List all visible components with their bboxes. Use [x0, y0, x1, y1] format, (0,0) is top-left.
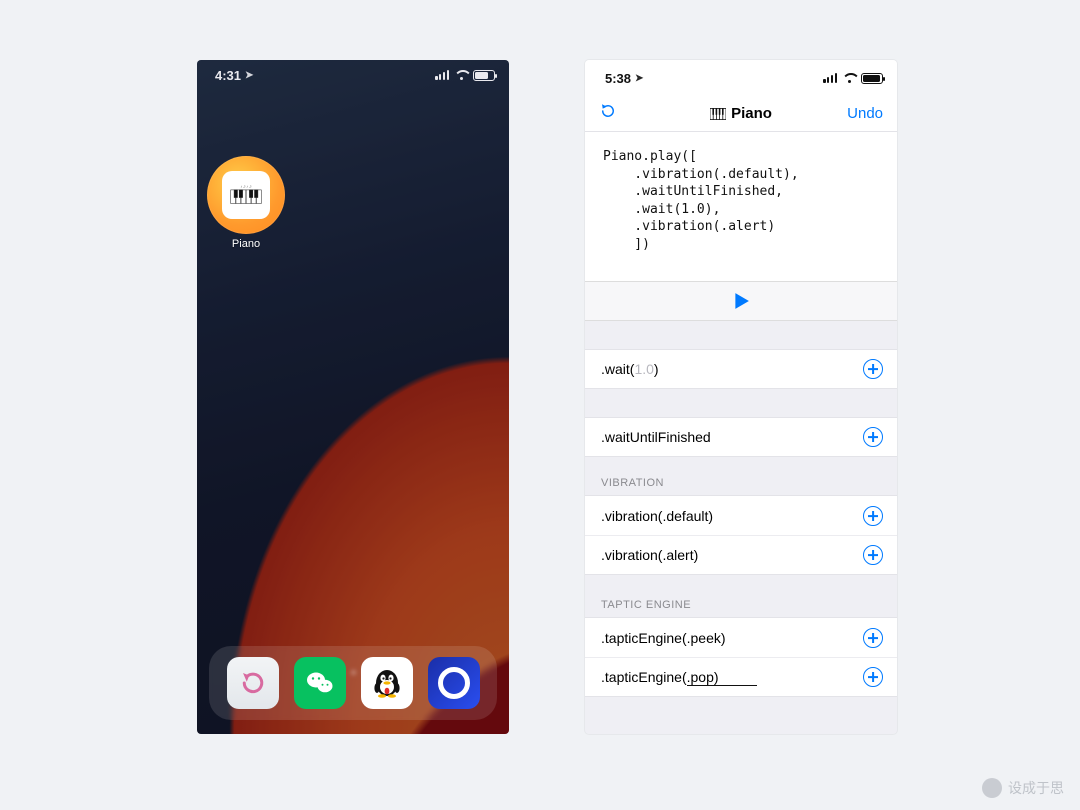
row-label: .tapticEngine(.peek) [601, 630, 726, 646]
location-icon: ➤ [635, 73, 643, 84]
row-label: .tapticEngine(.pop) [601, 669, 757, 685]
page-title: Piano [710, 105, 772, 122]
play-button[interactable] [585, 281, 897, 321]
wifi-icon [454, 70, 468, 80]
snippet-wait-until-finished[interactable]: .waitUntilFinished [585, 417, 897, 457]
piano-icon: ♪ ♫ ♪ ♫ [229, 183, 263, 207]
status-time: 4:31 [215, 68, 241, 83]
signal-icon [435, 70, 449, 80]
status-bar: 5:38 ➤ [585, 60, 897, 96]
section-header-vibration: VIBRATION [585, 457, 897, 495]
location-icon: ➤ [245, 70, 253, 81]
svg-text:♪ ♫ ♪ ♫: ♪ ♫ ♪ ♫ [240, 184, 251, 188]
row-label: .vibration(.alert) [601, 547, 698, 563]
dock [209, 646, 497, 720]
piano-icon [710, 108, 726, 120]
add-icon[interactable] [863, 628, 883, 648]
add-icon[interactable] [863, 667, 883, 687]
section-header-taptic: TAPTIC ENGINE [585, 575, 897, 617]
app-icon-piano[interactable]: ♪ ♫ ♪ ♫ Piano [206, 156, 286, 250]
phone-app: 5:38 ➤ [585, 60, 897, 734]
dock-app-4[interactable] [428, 657, 480, 709]
snippet-wait[interactable]: .wait(1.0) [585, 349, 897, 389]
app-label: Piano [232, 238, 260, 250]
snippet-vibration-default[interactable]: .vibration(.default) [585, 495, 897, 535]
wifi-icon [842, 73, 856, 83]
battery-icon [861, 73, 883, 84]
row-label: .wait(1.0) [601, 361, 659, 377]
phone-homescreen: 4:31 ➤ [197, 60, 509, 734]
add-icon[interactable] [863, 506, 883, 526]
dock-app-qq[interactable] [361, 657, 413, 709]
status-bar: 4:31 ➤ [197, 60, 509, 90]
status-time: 5:38 [605, 71, 631, 86]
dock-app-wechat[interactable] [294, 657, 346, 709]
snippet-vibration-alert[interactable]: .vibration(.alert) [585, 535, 897, 575]
signal-icon [823, 73, 837, 83]
watermark: 设成于思 [982, 778, 1064, 798]
play-icon [732, 292, 750, 310]
add-icon[interactable] [863, 545, 883, 565]
snippet-taptic-peek[interactable]: .tapticEngine(.peek) [585, 617, 897, 657]
navigation-bar: Piano Undo [585, 96, 897, 132]
snippet-taptic-pop[interactable]: .tapticEngine(.pop) [585, 657, 897, 697]
watermark-badge-icon [982, 778, 1002, 798]
undo-button[interactable]: Undo [847, 105, 883, 122]
add-icon[interactable] [863, 427, 883, 447]
reload-button[interactable] [599, 102, 617, 120]
dock-app-1[interactable] [227, 657, 279, 709]
row-label: .vibration(.default) [601, 508, 713, 524]
add-icon[interactable] [863, 359, 883, 379]
code-editor[interactable]: Piano.play([ .vibration(.default), .wait… [585, 132, 897, 281]
battery-icon [473, 70, 495, 81]
row-label: .waitUntilFinished [601, 429, 711, 445]
